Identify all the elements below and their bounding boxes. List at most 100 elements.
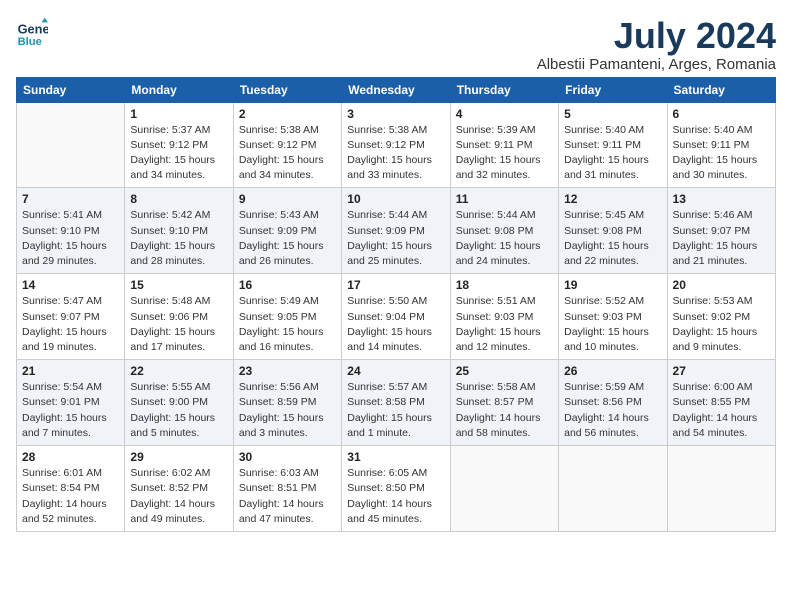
calendar-day: 21 Sunrise: 5:54 AM Sunset: 9:01 PM Dayli…	[17, 360, 125, 446]
day-info: Sunrise: 5:52 AM Sunset: 9:03 PM Dayligh…	[564, 294, 661, 355]
day-number: 22	[130, 364, 227, 378]
day-info: Sunrise: 5:57 AM Sunset: 8:58 PM Dayligh…	[347, 380, 444, 441]
calendar-day: 6 Sunrise: 5:40 AM Sunset: 9:11 PM Daylig…	[667, 102, 775, 188]
calendar-week-1: 1 Sunrise: 5:37 AM Sunset: 9:12 PM Daylig…	[17, 102, 776, 188]
calendar-day: 1 Sunrise: 5:37 AM Sunset: 9:12 PM Daylig…	[125, 102, 233, 188]
logo-icon: General Blue	[16, 16, 48, 48]
day-number: 5	[564, 107, 661, 121]
day-number: 30	[239, 450, 336, 464]
day-number: 12	[564, 192, 661, 206]
calendar-day: 11 Sunrise: 5:44 AM Sunset: 9:08 PM Dayli…	[450, 188, 558, 274]
calendar-day: 31Sunrise: 6:05 AM Sunset: 8:50 PM Dayli…	[342, 446, 450, 532]
day-info: Sunrise: 5:44 AM Sunset: 9:09 PM Dayligh…	[347, 208, 444, 269]
day-number: 19	[564, 278, 661, 292]
calendar-day: 30 Sunrise: 6:03 AM Sunset: 8:51 PM Dayli…	[233, 446, 341, 532]
day-info: Sunrise: 5:37 AM Sunset: 9:12 PM Dayligh…	[130, 123, 227, 184]
day-info: Sunrise: 5:42 AM Sunset: 9:10 PM Dayligh…	[130, 208, 227, 269]
day-number: 4	[456, 107, 553, 121]
day-info: Sunrise: 5:58 AM Sunset: 8:57 PM Dayligh…	[456, 380, 553, 441]
day-info: Sunrise: 5:55 AM Sunset: 9:00 PM Dayligh…	[130, 380, 227, 441]
calendar-day: 25 Sunrise: 5:58 AM Sunset: 8:57 PM Dayli…	[450, 360, 558, 446]
day-number: 15	[130, 278, 227, 292]
calendar-day: 4 Sunrise: 5:39 AM Sunset: 9:11 PM Daylig…	[450, 102, 558, 188]
day-info: Sunrise: 5:40 AM Sunset: 9:11 PM Dayligh…	[673, 123, 770, 184]
day-info: Sunrise: 5:38 AM Sunset: 9:12 PM Dayligh…	[239, 123, 336, 184]
weekday-header-wednesday: Wednesday	[342, 77, 450, 102]
calendar-day: 13Sunrise: 5:46 AM Sunset: 9:07 PM Dayli…	[667, 188, 775, 274]
day-number: 24	[347, 364, 444, 378]
calendar-day: 28 Sunrise: 6:01 AM Sunset: 8:54 PM Dayli…	[17, 446, 125, 532]
calendar-day: 9Sunrise: 5:43 AM Sunset: 9:09 PM Daylig…	[233, 188, 341, 274]
page-header: General Blue July 2024 Albestii Pamanten…	[16, 16, 776, 73]
day-number: 8	[130, 192, 227, 206]
day-number: 29	[130, 450, 227, 464]
day-number: 6	[673, 107, 770, 121]
day-info: Sunrise: 5:41 AM Sunset: 9:10 PM Dayligh…	[22, 208, 119, 269]
day-number: 31	[347, 450, 444, 464]
day-number: 2	[239, 107, 336, 121]
month-title: July 2024	[537, 16, 776, 56]
day-info: Sunrise: 5:54 AM Sunset: 9:01 PM Dayligh…	[22, 380, 119, 441]
weekday-header-row: SundayMondayTuesdayWednesdayThursdayFrid…	[17, 77, 776, 102]
calendar-day: 16 Sunrise: 5:49 AM Sunset: 9:05 PM Dayli…	[233, 274, 341, 360]
weekday-header-friday: Friday	[559, 77, 667, 102]
weekday-header-saturday: Saturday	[667, 77, 775, 102]
day-number: 1	[130, 107, 227, 121]
day-info: Sunrise: 5:50 AM Sunset: 9:04 PM Dayligh…	[347, 294, 444, 355]
day-number: 13	[673, 192, 770, 206]
calendar-week-5: 28 Sunrise: 6:01 AM Sunset: 8:54 PM Dayli…	[17, 446, 776, 532]
calendar-day: 20 Sunrise: 5:53 AM Sunset: 9:02 PM Dayli…	[667, 274, 775, 360]
day-number: 28	[22, 450, 119, 464]
day-number: 11	[456, 192, 553, 206]
calendar-week-2: 7 Sunrise: 5:41 AM Sunset: 9:10 PM Daylig…	[17, 188, 776, 274]
day-info: Sunrise: 5:38 AM Sunset: 9:12 PM Dayligh…	[347, 123, 444, 184]
calendar-day	[559, 446, 667, 532]
day-number: 20	[673, 278, 770, 292]
day-info: Sunrise: 5:49 AM Sunset: 9:05 PM Dayligh…	[239, 294, 336, 355]
day-number: 17	[347, 278, 444, 292]
day-number: 21	[22, 364, 119, 378]
calendar-week-3: 14Sunrise: 5:47 AM Sunset: 9:07 PM Dayli…	[17, 274, 776, 360]
day-info: Sunrise: 6:01 AM Sunset: 8:54 PM Dayligh…	[22, 466, 119, 527]
day-info: Sunrise: 5:53 AM Sunset: 9:02 PM Dayligh…	[673, 294, 770, 355]
calendar-day: 3 Sunrise: 5:38 AM Sunset: 9:12 PM Daylig…	[342, 102, 450, 188]
location-title: Albestii Pamanteni, Arges, Romania	[537, 56, 776, 73]
day-number: 25	[456, 364, 553, 378]
weekday-header-sunday: Sunday	[17, 77, 125, 102]
day-info: Sunrise: 5:40 AM Sunset: 9:11 PM Dayligh…	[564, 123, 661, 184]
day-number: 26	[564, 364, 661, 378]
day-info: Sunrise: 5:45 AM Sunset: 9:08 PM Dayligh…	[564, 208, 661, 269]
day-info: Sunrise: 5:44 AM Sunset: 9:08 PM Dayligh…	[456, 208, 553, 269]
day-info: Sunrise: 5:43 AM Sunset: 9:09 PM Dayligh…	[239, 208, 336, 269]
calendar-day: 22 Sunrise: 5:55 AM Sunset: 9:00 PM Dayli…	[125, 360, 233, 446]
calendar-day: 17 Sunrise: 5:50 AM Sunset: 9:04 PM Dayli…	[342, 274, 450, 360]
day-number: 7	[22, 192, 119, 206]
day-number: 23	[239, 364, 336, 378]
day-info: Sunrise: 5:59 AM Sunset: 8:56 PM Dayligh…	[564, 380, 661, 441]
weekday-header-tuesday: Tuesday	[233, 77, 341, 102]
calendar-day	[17, 102, 125, 188]
day-info: Sunrise: 5:56 AM Sunset: 8:59 PM Dayligh…	[239, 380, 336, 441]
day-number: 16	[239, 278, 336, 292]
calendar-day: 7 Sunrise: 5:41 AM Sunset: 9:10 PM Daylig…	[17, 188, 125, 274]
calendar-day: 5 Sunrise: 5:40 AM Sunset: 9:11 PM Daylig…	[559, 102, 667, 188]
day-number: 18	[456, 278, 553, 292]
day-info: Sunrise: 6:00 AM Sunset: 8:55 PM Dayligh…	[673, 380, 770, 441]
calendar-day: 26 Sunrise: 5:59 AM Sunset: 8:56 PM Dayli…	[559, 360, 667, 446]
day-info: Sunrise: 5:39 AM Sunset: 9:11 PM Dayligh…	[456, 123, 553, 184]
day-info: Sunrise: 5:48 AM Sunset: 9:06 PM Dayligh…	[130, 294, 227, 355]
svg-text:General: General	[18, 22, 48, 37]
calendar-day: 14Sunrise: 5:47 AM Sunset: 9:07 PM Dayli…	[17, 274, 125, 360]
day-number: 3	[347, 107, 444, 121]
svg-text:Blue: Blue	[18, 36, 42, 48]
weekday-header-monday: Monday	[125, 77, 233, 102]
calendar-day: 19 Sunrise: 5:52 AM Sunset: 9:03 PM Dayli…	[559, 274, 667, 360]
day-info: Sunrise: 6:03 AM Sunset: 8:51 PM Dayligh…	[239, 466, 336, 527]
calendar-week-4: 21 Sunrise: 5:54 AM Sunset: 9:01 PM Dayli…	[17, 360, 776, 446]
logo: General Blue	[16, 16, 48, 48]
calendar-day: 8 Sunrise: 5:42 AM Sunset: 9:10 PM Daylig…	[125, 188, 233, 274]
calendar-day: 18Sunrise: 5:51 AM Sunset: 9:03 PM Dayli…	[450, 274, 558, 360]
calendar-day: 23 Sunrise: 5:56 AM Sunset: 8:59 PM Dayli…	[233, 360, 341, 446]
calendar-day: 15 Sunrise: 5:48 AM Sunset: 9:06 PM Dayli…	[125, 274, 233, 360]
day-info: Sunrise: 5:47 AM Sunset: 9:07 PM Dayligh…	[22, 294, 119, 355]
